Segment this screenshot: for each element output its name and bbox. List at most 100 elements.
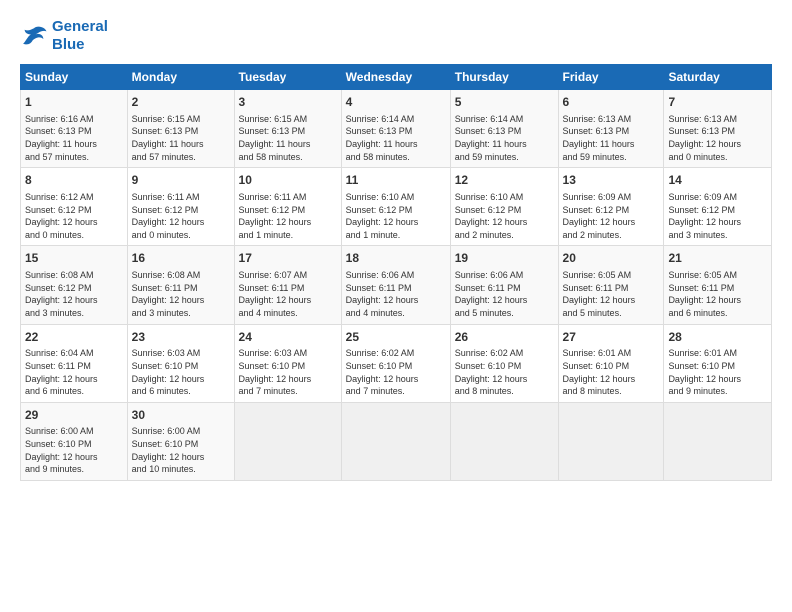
day-info: and 1 minute. bbox=[346, 229, 446, 242]
day-info: Sunrise: 6:14 AM bbox=[455, 113, 554, 126]
day-info: Daylight: 12 hours bbox=[132, 216, 230, 229]
calendar-week-row: 1Sunrise: 6:16 AMSunset: 6:13 PMDaylight… bbox=[21, 90, 772, 168]
day-info: and 0 minutes. bbox=[132, 229, 230, 242]
day-info: Daylight: 12 hours bbox=[239, 216, 337, 229]
calendar-cell: 12Sunrise: 6:10 AMSunset: 6:12 PMDayligh… bbox=[450, 168, 558, 246]
calendar-cell: 24Sunrise: 6:03 AMSunset: 6:10 PMDayligh… bbox=[234, 324, 341, 402]
day-info: Sunrise: 6:15 AM bbox=[239, 113, 337, 126]
calendar-cell: 14Sunrise: 6:09 AMSunset: 6:12 PMDayligh… bbox=[664, 168, 772, 246]
calendar-week-row: 29Sunrise: 6:00 AMSunset: 6:10 PMDayligh… bbox=[21, 402, 772, 480]
day-info: Sunset: 6:13 PM bbox=[346, 125, 446, 138]
day-number: 18 bbox=[346, 250, 446, 267]
day-number: 12 bbox=[455, 172, 554, 189]
day-number: 9 bbox=[132, 172, 230, 189]
day-info: Sunrise: 6:12 AM bbox=[25, 191, 123, 204]
day-number: 28 bbox=[668, 329, 767, 346]
day-info: and 2 minutes. bbox=[455, 229, 554, 242]
logo: General Blue bbox=[20, 18, 108, 54]
day-info: and 5 minutes. bbox=[563, 307, 660, 320]
day-info: and 8 minutes. bbox=[455, 385, 554, 398]
day-number: 25 bbox=[346, 329, 446, 346]
day-info: Sunset: 6:13 PM bbox=[563, 125, 660, 138]
day-info: and 0 minutes. bbox=[668, 151, 767, 164]
day-number: 1 bbox=[25, 94, 123, 111]
calendar-cell bbox=[450, 402, 558, 480]
day-info: Sunset: 6:12 PM bbox=[239, 204, 337, 217]
day-number: 20 bbox=[563, 250, 660, 267]
day-info: and 10 minutes. bbox=[132, 463, 230, 476]
day-info: Sunrise: 6:00 AM bbox=[25, 425, 123, 438]
day-info: and 3 minutes. bbox=[132, 307, 230, 320]
calendar-body: 1Sunrise: 6:16 AMSunset: 6:13 PMDaylight… bbox=[21, 90, 772, 481]
day-info: Daylight: 11 hours bbox=[239, 138, 337, 151]
day-number: 17 bbox=[239, 250, 337, 267]
day-info: Sunrise: 6:13 AM bbox=[668, 113, 767, 126]
day-info: Sunset: 6:12 PM bbox=[25, 282, 123, 295]
day-info: and 58 minutes. bbox=[346, 151, 446, 164]
calendar-cell: 26Sunrise: 6:02 AMSunset: 6:10 PMDayligh… bbox=[450, 324, 558, 402]
day-info: and 5 minutes. bbox=[455, 307, 554, 320]
calendar-cell: 16Sunrise: 6:08 AMSunset: 6:11 PMDayligh… bbox=[127, 246, 234, 324]
calendar-cell bbox=[234, 402, 341, 480]
day-info: Sunrise: 6:01 AM bbox=[563, 347, 660, 360]
logo-bird-icon bbox=[20, 25, 48, 47]
day-info: Sunrise: 6:03 AM bbox=[132, 347, 230, 360]
day-info: Sunset: 6:10 PM bbox=[346, 360, 446, 373]
page: General Blue SundayMondayTuesdayWednesda… bbox=[0, 0, 792, 612]
calendar-cell: 29Sunrise: 6:00 AMSunset: 6:10 PMDayligh… bbox=[21, 402, 128, 480]
day-info: Sunrise: 6:09 AM bbox=[563, 191, 660, 204]
day-info: Sunrise: 6:10 AM bbox=[346, 191, 446, 204]
calendar-cell: 22Sunrise: 6:04 AMSunset: 6:11 PMDayligh… bbox=[21, 324, 128, 402]
day-info: and 6 minutes. bbox=[25, 385, 123, 398]
day-info: Sunset: 6:10 PM bbox=[455, 360, 554, 373]
calendar-cell: 6Sunrise: 6:13 AMSunset: 6:13 PMDaylight… bbox=[558, 90, 664, 168]
calendar-cell bbox=[341, 402, 450, 480]
day-header-wednesday: Wednesday bbox=[341, 65, 450, 90]
day-info: Daylight: 11 hours bbox=[25, 138, 123, 151]
calendar-week-row: 15Sunrise: 6:08 AMSunset: 6:12 PMDayligh… bbox=[21, 246, 772, 324]
day-info: Sunrise: 6:08 AM bbox=[25, 269, 123, 282]
day-info: and 4 minutes. bbox=[346, 307, 446, 320]
day-info: Daylight: 12 hours bbox=[455, 216, 554, 229]
day-info: Sunset: 6:11 PM bbox=[455, 282, 554, 295]
day-number: 2 bbox=[132, 94, 230, 111]
day-info: Sunset: 6:13 PM bbox=[25, 125, 123, 138]
day-number: 11 bbox=[346, 172, 446, 189]
day-info: Daylight: 12 hours bbox=[346, 294, 446, 307]
day-info: Sunrise: 6:07 AM bbox=[239, 269, 337, 282]
day-info: Sunrise: 6:06 AM bbox=[455, 269, 554, 282]
day-info: Daylight: 12 hours bbox=[455, 294, 554, 307]
day-header-row: SundayMondayTuesdayWednesdayThursdayFrid… bbox=[21, 65, 772, 90]
calendar-cell: 3Sunrise: 6:15 AMSunset: 6:13 PMDaylight… bbox=[234, 90, 341, 168]
day-info: Daylight: 12 hours bbox=[455, 373, 554, 386]
day-info: Sunrise: 6:14 AM bbox=[346, 113, 446, 126]
calendar-cell: 11Sunrise: 6:10 AMSunset: 6:12 PMDayligh… bbox=[341, 168, 450, 246]
day-info: Sunset: 6:11 PM bbox=[239, 282, 337, 295]
calendar-cell: 9Sunrise: 6:11 AMSunset: 6:12 PMDaylight… bbox=[127, 168, 234, 246]
day-info: Daylight: 12 hours bbox=[239, 294, 337, 307]
day-info: and 7 minutes. bbox=[239, 385, 337, 398]
calendar-table: SundayMondayTuesdayWednesdayThursdayFrid… bbox=[20, 64, 772, 481]
calendar-cell: 15Sunrise: 6:08 AMSunset: 6:12 PMDayligh… bbox=[21, 246, 128, 324]
day-info: Daylight: 11 hours bbox=[346, 138, 446, 151]
day-number: 7 bbox=[668, 94, 767, 111]
day-number: 27 bbox=[563, 329, 660, 346]
calendar-header: SundayMondayTuesdayWednesdayThursdayFrid… bbox=[21, 65, 772, 90]
day-info: Sunset: 6:12 PM bbox=[563, 204, 660, 217]
day-info: and 8 minutes. bbox=[563, 385, 660, 398]
day-info: Daylight: 12 hours bbox=[25, 373, 123, 386]
calendar-cell: 18Sunrise: 6:06 AMSunset: 6:11 PMDayligh… bbox=[341, 246, 450, 324]
calendar-cell: 25Sunrise: 6:02 AMSunset: 6:10 PMDayligh… bbox=[341, 324, 450, 402]
day-info: Daylight: 12 hours bbox=[25, 216, 123, 229]
day-info: Sunset: 6:12 PM bbox=[455, 204, 554, 217]
day-number: 26 bbox=[455, 329, 554, 346]
day-number: 8 bbox=[25, 172, 123, 189]
day-info: Sunset: 6:10 PM bbox=[239, 360, 337, 373]
calendar-cell: 5Sunrise: 6:14 AMSunset: 6:13 PMDaylight… bbox=[450, 90, 558, 168]
calendar-cell: 13Sunrise: 6:09 AMSunset: 6:12 PMDayligh… bbox=[558, 168, 664, 246]
day-info: Sunset: 6:11 PM bbox=[346, 282, 446, 295]
day-header-monday: Monday bbox=[127, 65, 234, 90]
day-info: and 59 minutes. bbox=[563, 151, 660, 164]
day-info: Daylight: 12 hours bbox=[668, 216, 767, 229]
day-info: Sunset: 6:13 PM bbox=[132, 125, 230, 138]
